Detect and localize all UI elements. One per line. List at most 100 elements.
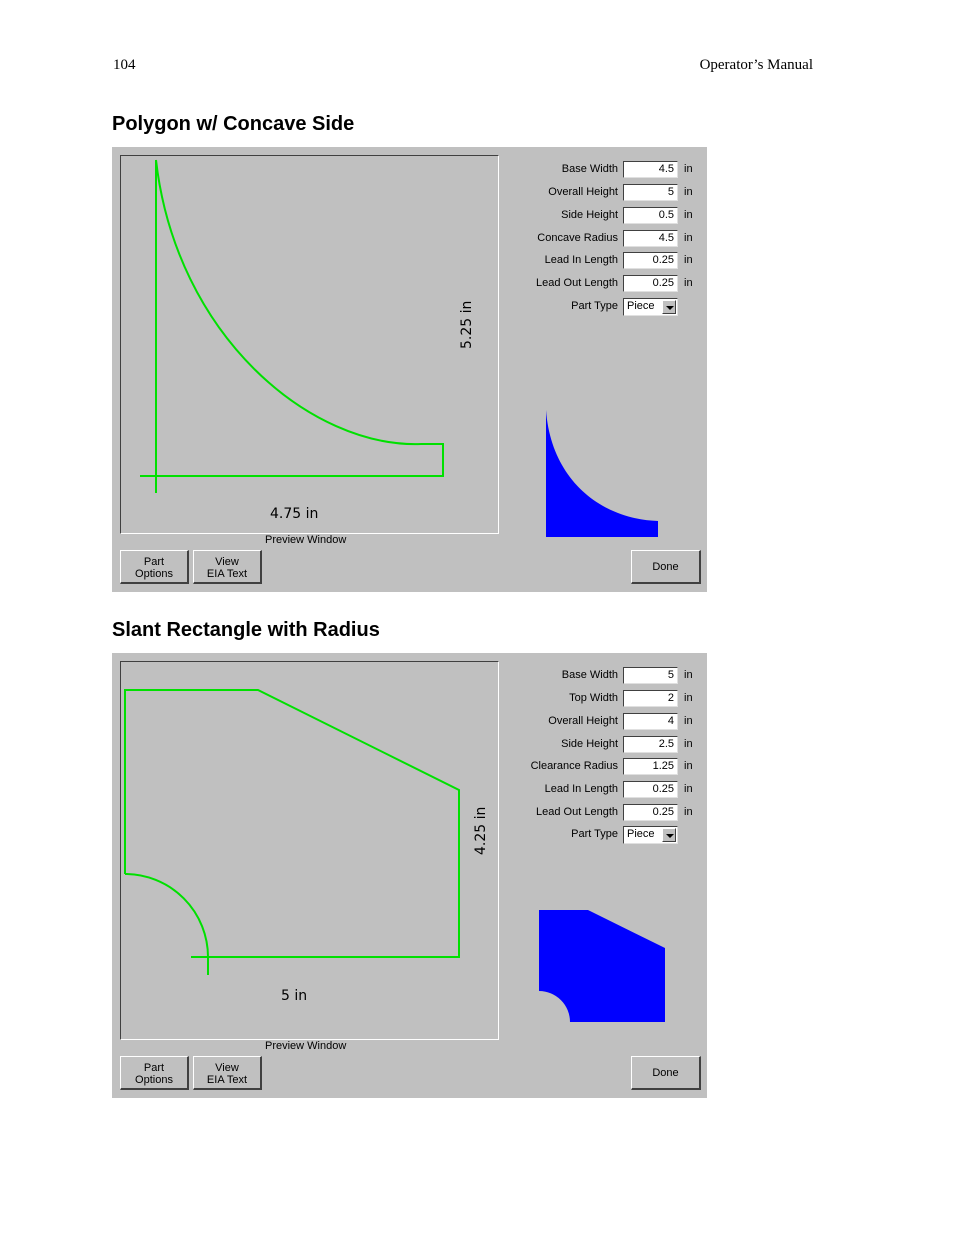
part-type-select[interactable]: Piece [623,826,678,844]
overall-height-input[interactable]: 4 [623,713,678,730]
width-dimension-label: 5 in [281,988,308,1004]
top-width-input[interactable]: 2 [623,690,678,707]
part-options-button[interactable]: Part Options [120,550,189,584]
polygon-dialog: 4.75 in 5.25 in Preview Window Part Opti… [112,147,707,592]
view-eia-text-button[interactable]: View EIA Text [193,1056,262,1090]
preview-window-label: Preview Window [265,1040,347,1052]
unit-label: in [684,715,693,727]
field-top-width: Top Width 2 in [512,690,702,708]
manual-title: Operator’s Manual [699,57,813,73]
field-overall-height: Overall Height 5 in [512,184,702,202]
field-side-height: Side Height 2.5 in [512,736,702,754]
concave-shape-thumbnail [546,410,658,537]
clearance-radius-input[interactable]: 1.25 [623,758,678,775]
field-clearance-radius: Clearance Radius 1.25 in [512,758,702,776]
field-label: Base Width [561,163,618,175]
field-part-type: Part Type Piece [512,826,702,844]
section-title-polygon: Polygon w/ Concave Side [112,113,355,135]
base-width-input[interactable]: 5 [623,667,678,684]
done-button[interactable]: Done [631,550,701,584]
lead-out-length-input[interactable]: 0.25 [623,804,678,821]
height-dimension-label: 4.25 in [473,806,489,855]
unit-label: in [684,669,693,681]
button-label: Options [135,1074,173,1086]
button-label: Part [143,1062,165,1074]
button-label: Done [652,1067,679,1079]
field-label: Lead In Length [544,254,618,266]
width-dimension-label: 4.75 in [270,506,319,522]
side-height-input[interactable]: 2.5 [623,736,678,753]
slant-rectangle-fill [539,910,665,1022]
preview-window: 4.75 in 5.25 in [120,155,499,534]
field-overall-height: Overall Height 4 in [512,713,702,731]
concave-radius-input[interactable]: 4.5 [623,230,678,247]
lead-out-length-input[interactable]: 0.25 [623,275,678,292]
base-width-input[interactable]: 4.5 [623,161,678,178]
field-concave-radius: Concave Radius 4.5 in [512,230,702,248]
field-label: Side Height [561,738,618,750]
field-side-height: Side Height 0.5 in [512,207,702,225]
button-label: View [215,1062,239,1074]
unit-label: in [684,760,693,772]
button-label: Done [652,561,679,573]
slant-rectangle-outline [124,689,460,958]
field-label: Overall Height [548,186,618,198]
button-label: View [215,556,239,568]
concave-side-path [155,159,422,446]
field-part-type: Part Type Piece [512,298,702,316]
unit-label: in [684,738,693,750]
preview-window: 5 in 4.25 in [120,661,499,1040]
height-dimension-label: 5.25 in [459,300,475,349]
unit-label: in [684,186,693,198]
field-base-width: Base Width 4.5 in [512,161,702,179]
field-label: Top Width [569,692,618,704]
button-label: Options [135,568,173,580]
field-label: Part Type [571,300,618,312]
lead-in-length-input[interactable]: 0.25 [623,252,678,269]
polygon-path-drawing [140,159,444,493]
field-label: Lead Out Length [536,277,618,289]
field-lead-in-length: Lead In Length 0.25 in [512,252,702,270]
side-height-input[interactable]: 0.5 [623,207,678,224]
field-lead-out-length: Lead Out Length 0.25 in [512,275,702,293]
slant-rectangle-path-drawing [124,689,460,975]
button-label: EIA Text [206,568,248,580]
chevron-down-icon[interactable] [662,828,676,842]
unit-label: in [684,783,693,795]
preview-window-label: Preview Window [265,534,347,546]
view-eia-text-button[interactable]: View EIA Text [193,550,262,584]
section-title-slant-rectangle: Slant Rectangle with Radius [112,619,380,641]
field-label: Clearance Radius [530,760,618,772]
field-label: Concave Radius [537,232,618,244]
unit-label: in [684,254,693,266]
unit-label: in [684,277,693,289]
field-lead-in-length: Lead In Length 0.25 in [512,781,702,799]
part-options-button[interactable]: Part Options [120,1056,189,1090]
button-label: EIA Text [206,1074,248,1086]
lead-in-length-input[interactable]: 0.25 [623,781,678,798]
field-label: Lead Out Length [536,806,618,818]
field-label: Part Type [571,828,618,840]
clearance-radius-arc [124,873,209,975]
slant-rectangle-dialog: 5 in 4.25 in Preview Window Part Options… [112,653,707,1098]
field-label: Lead In Length [544,783,618,795]
concave-shape-fill [546,410,658,537]
chevron-down-icon[interactable] [662,300,676,314]
field-label: Overall Height [548,715,618,727]
page-number: 104 [113,57,136,73]
field-base-width: Base Width 5 in [512,667,702,685]
unit-label: in [684,692,693,704]
unit-label: in [684,806,693,818]
unit-label: in [684,163,693,175]
done-button[interactable]: Done [631,1056,701,1090]
slant-rectangle-thumbnail [539,910,665,1022]
unit-label: in [684,209,693,221]
unit-label: in [684,232,693,244]
field-label: Side Height [561,209,618,221]
part-type-select[interactable]: Piece [623,298,678,316]
button-label: Part [143,556,165,568]
select-value: Piece [627,828,655,840]
field-lead-out-length: Lead Out Length 0.25 in [512,804,702,822]
overall-height-input[interactable]: 5 [623,184,678,201]
select-value: Piece [627,300,655,312]
